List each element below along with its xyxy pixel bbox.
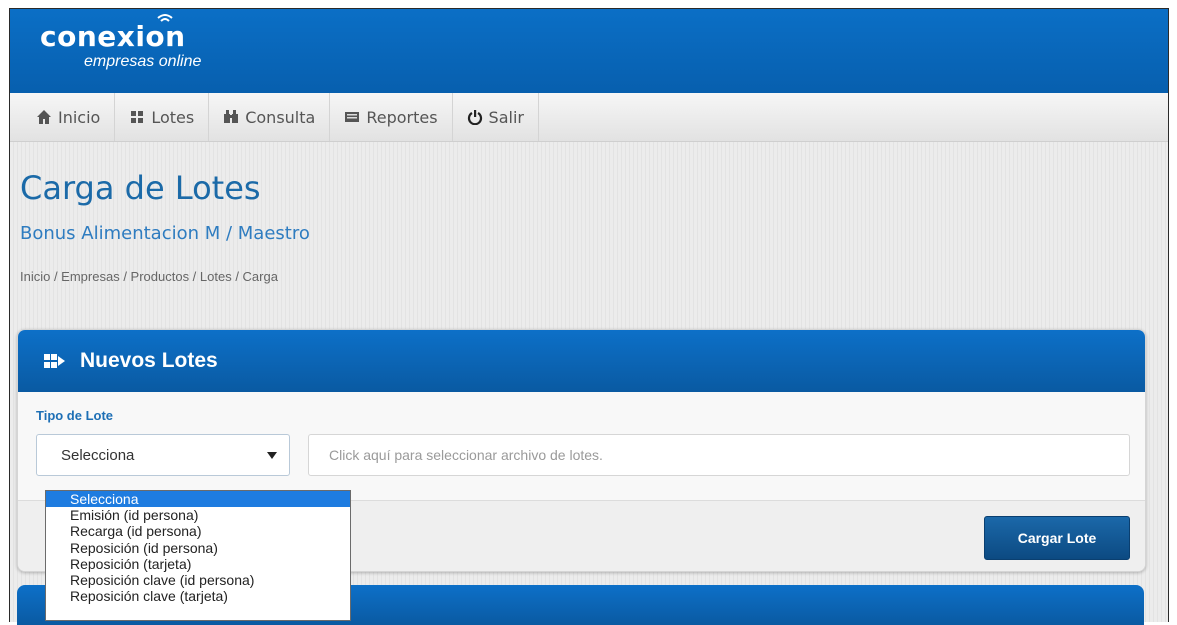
panel-title: Nuevos Lotes [80, 349, 218, 372]
tipo-de-lote-label: Tipo de Lote [36, 408, 114, 423]
wifi-icon [157, 14, 173, 22]
file-picker-input[interactable]: Click aquí para seleccionar archivo de l… [308, 434, 1130, 476]
tipo-de-lote-dropdown[interactable]: Selecciona Emisión (id persona) Recarga … [45, 490, 351, 621]
page-title: Carga de Lotes [20, 169, 261, 207]
nav-item-label: Lotes [151, 107, 195, 127]
top-header: conexion empresas online [10, 9, 1168, 93]
dropdown-option[interactable]: Emisión (id persona) [46, 507, 350, 523]
dropdown-option[interactable]: Reposición clave (tarjeta) [46, 588, 350, 604]
power-icon [467, 110, 482, 125]
lotes-icon [131, 111, 144, 123]
tipo-de-lote-select[interactable]: Selecciona [36, 434, 290, 476]
nav-item-salir[interactable]: Salir [453, 93, 539, 141]
batch-icon [44, 354, 65, 368]
dropdown-option[interactable]: Recarga (id persona) [46, 523, 350, 539]
main-nav: Inicio Lotes Consulta Reportes Salir [10, 93, 1168, 142]
panel-header: Nuevos Lotes [18, 330, 1145, 392]
nav-item-label: Salir [488, 107, 524, 127]
nav-item-reportes[interactable]: Reportes [330, 93, 453, 141]
nav-item-lotes[interactable]: Lotes [115, 93, 210, 141]
dropdown-option[interactable]: Reposición (tarjeta) [46, 556, 350, 572]
nav-item-consulta[interactable]: Consulta [209, 93, 331, 141]
file-picker-placeholder: Click aquí para seleccionar archivo de l… [329, 447, 603, 463]
nav-item-label: Inicio [58, 107, 101, 127]
nav-item-label: Reportes [366, 107, 438, 127]
caret-down-icon [267, 451, 277, 459]
nav-item-inicio[interactable]: Inicio [22, 93, 116, 141]
report-icon [345, 112, 360, 122]
brand-tagline: empresas online [84, 53, 202, 70]
nav-item-label: Consulta [245, 107, 316, 127]
select-value: Selecciona [61, 446, 135, 464]
page-subtitle: Bonus Alimentacion M / Maestro [20, 223, 310, 244]
brand-name: conexion [40, 20, 186, 53]
cargar-lote-button[interactable]: Cargar Lote [984, 516, 1130, 560]
dropdown-option[interactable]: Reposición (id persona) [46, 540, 350, 556]
breadcrumb: Inicio / Empresas / Productos / Lotes / … [20, 269, 278, 284]
dropdown-option[interactable]: Reposición clave (id persona) [46, 572, 350, 588]
binoculars-icon [224, 110, 239, 123]
home-icon [37, 110, 51, 124]
brand-logo[interactable]: conexion empresas online [40, 14, 201, 70]
dropdown-option[interactable]: Selecciona [46, 491, 350, 508]
